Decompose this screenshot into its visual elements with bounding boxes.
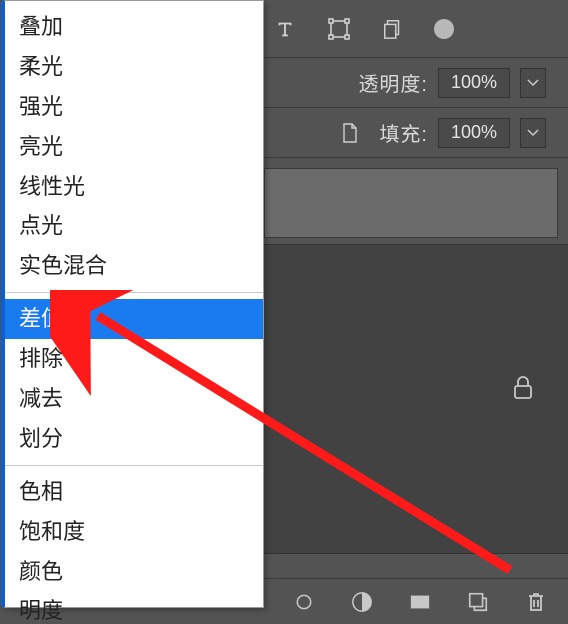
artboard-icon[interactable] [380,16,406,42]
blend-mode-option[interactable]: 实色混合 [5,246,263,286]
blend-mode-option[interactable]: 饱和度 [5,512,263,552]
opacity-row: 透明度: 100% [264,58,568,108]
blend-mode-option[interactable]: 叠加 [5,7,263,47]
fill-label: 填充: [379,118,428,147]
blend-mode-option[interactable]: 排除 [5,339,263,379]
dot-icon[interactable] [434,19,454,39]
blend-mode-option[interactable]: 强光 [5,87,263,127]
trash-icon[interactable] [524,590,548,614]
blend-mode-option[interactable]: 颜色 [5,552,263,592]
opacity-dropdown[interactable] [520,68,546,98]
layers-panel: 透明度: 100% 填充: 100% [264,0,568,624]
type-tool-icon[interactable] [272,16,298,42]
mask-icon[interactable] [408,590,432,614]
opacity-label: 透明度: [358,68,428,97]
fx-icon[interactable] [350,590,374,614]
opacity-value[interactable]: 100% [438,68,510,98]
blend-mode-option[interactable]: 线性光 [5,167,263,207]
blend-mode-option[interactable]: 色相 [5,472,263,512]
link-icon[interactable] [292,590,316,614]
fill-dropdown[interactable] [520,118,546,148]
blend-mode-option[interactable]: 明度 [5,591,263,624]
transform-icon[interactable] [326,16,352,42]
blend-mode-option[interactable]: 减去 [5,379,263,419]
menu-separator [5,292,263,293]
dropdown-edge [1,1,5,607]
blend-mode-option[interactable]: 亮光 [5,127,263,167]
layers-empty-area [264,244,568,554]
layer-thumb-row[interactable] [264,168,558,238]
page-icon [341,122,361,144]
blend-mode-dropdown: 叠加柔光强光亮光线性光点光实色混合差值排除减去划分色相饱和度颜色明度 [4,0,264,608]
menu-separator [5,465,263,466]
tool-row [264,0,568,58]
panel-bottom-bar [264,578,568,624]
blend-mode-option[interactable]: 划分 [5,419,263,459]
blend-mode-option[interactable]: 差值 [5,299,263,339]
lock-icon[interactable] [512,375,534,401]
blend-mode-option[interactable]: 点光 [5,206,263,246]
blend-mode-option[interactable]: 柔光 [5,47,263,87]
fill-row: 填充: 100% [264,108,568,158]
fill-value[interactable]: 100% [438,118,510,148]
new-layer-icon[interactable] [466,590,490,614]
